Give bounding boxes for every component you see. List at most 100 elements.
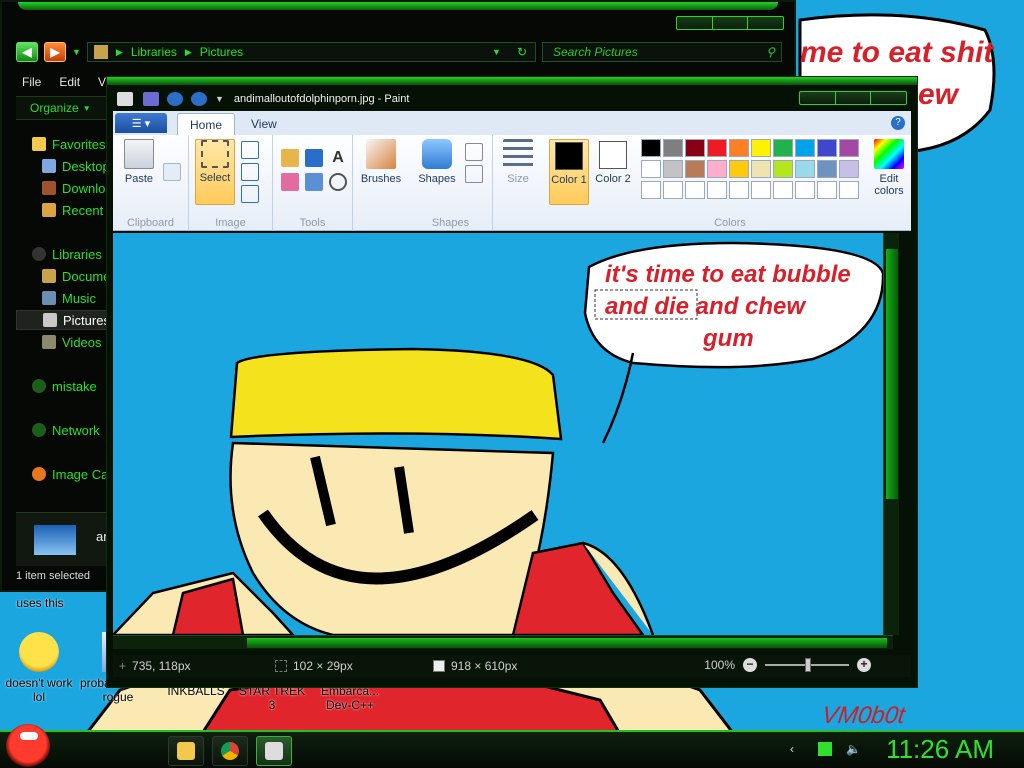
palette-swatch[interactable] [685,139,705,157]
palette-swatch[interactable] [663,139,683,157]
palette-swatch[interactable] [839,181,859,199]
desktop-icon-uses-this[interactable]: uses this [0,596,80,610]
breadcrumb-libraries[interactable]: Libraries [131,45,177,59]
palette-swatch[interactable] [641,181,661,199]
nav-desktop[interactable]: Desktop [16,156,108,176]
tab-home[interactable]: Home [177,113,236,135]
close-button[interactable] [871,92,906,104]
nav-mistake[interactable]: mistake [16,376,108,396]
drawing-canvas[interactable]: it's time to eat bubble and die and chew… [113,233,893,635]
breadcrumb-pictures[interactable]: Pictures [200,45,243,59]
nav-network[interactable]: Network [16,420,108,440]
nav-image-capture[interactable]: Image Ca [16,464,108,484]
crop-icon[interactable] [241,141,259,159]
horizontal-scrollbar[interactable] [113,635,893,649]
edit-colors-button[interactable]: Edit colors [867,139,911,197]
select-button[interactable]: Select [195,139,235,205]
minimize-button[interactable] [677,17,713,29]
palette-swatch[interactable] [751,139,771,157]
palette-swatch[interactable] [663,160,683,178]
address-bar[interactable]: ▶ Libraries ▶ Pictures ▼ ↻ [86,42,536,62]
paint-menu-button[interactable]: ☰ ▾ [115,113,167,133]
maximize-button[interactable] [836,92,872,104]
desktop-icon-startrek[interactable]: STAR TREK 3 [236,684,308,712]
palette-swatch[interactable] [729,160,749,178]
palette-swatch[interactable] [663,181,683,199]
palette-swatch[interactable] [817,160,837,178]
undo-icon[interactable] [167,92,183,106]
save-icon[interactable] [143,92,159,106]
palette-swatch[interactable] [795,181,815,199]
address-dropdown-icon[interactable]: ▼ [492,47,501,57]
palette-swatch[interactable] [795,160,815,178]
palette-swatch[interactable] [707,139,727,157]
palette-swatch[interactable] [817,139,837,157]
search-input[interactable]: Search Pictures ⚲ [542,42,782,62]
horizontal-scroll-thumb[interactable] [247,638,887,648]
palette-swatch[interactable] [729,181,749,199]
palette-swatch[interactable] [685,160,705,178]
close-button[interactable] [748,17,783,29]
menu-edit[interactable]: Edit [59,75,80,89]
eraser-icon[interactable] [281,173,299,191]
palette-swatch[interactable] [839,139,859,157]
desktop-icon-devcpp[interactable]: Embarca... Dev-C++ [312,684,388,712]
pencil-icon[interactable] [281,149,299,167]
explorer-titlebar[interactable] [18,2,778,10]
cut-icon[interactable] [163,141,181,159]
magnifier-icon[interactable] [329,173,347,191]
palette-swatch[interactable] [641,160,661,178]
palette-swatch[interactable] [707,160,727,178]
nav-pictures[interactable]: Pictures [16,310,108,330]
fill-icon[interactable] [305,149,323,167]
taskbar-explorer[interactable] [168,736,204,766]
brushes-button[interactable]: Brushes [357,139,405,185]
color-picker-icon[interactable] [305,173,323,191]
nav-videos[interactable]: Videos [16,332,108,352]
palette-swatch[interactable] [773,139,793,157]
palette-swatch[interactable] [729,139,749,157]
volume-icon[interactable]: 🔈 [846,742,861,756]
taskbar-chrome[interactable] [212,736,248,766]
customize-toolbar-icon[interactable]: ▼ [215,94,224,104]
nav-downloads[interactable]: Downloads [16,178,108,198]
nav-music[interactable]: Music [16,288,108,308]
back-button[interactable]: ◀ [16,42,38,62]
refresh-icon[interactable]: ↻ [509,45,535,59]
start-button[interactable] [6,724,50,768]
menu-file[interactable]: File [22,75,41,89]
outline-icon[interactable] [465,143,483,161]
shapes-button[interactable]: Shapes [415,139,459,185]
vertical-scrollbar[interactable] [883,233,899,635]
shape-fill-icon[interactable] [465,165,483,183]
show-hidden-icons-icon[interactable]: ‹ [790,742,804,756]
vertical-scroll-thumb[interactable] [886,249,898,499]
action-center-icon[interactable] [818,742,832,756]
paint-app-icon[interactable] [117,92,133,106]
organize-button[interactable]: Organize [30,101,79,115]
rotate-icon[interactable] [241,185,259,203]
copy-icon[interactable] [163,163,181,181]
color1-button[interactable]: Color 1 [549,139,589,205]
history-dropdown-icon[interactable]: ▼ [72,47,81,57]
forward-button[interactable]: ▶ [44,42,66,62]
text-icon[interactable]: A [329,149,347,167]
nav-recent-places[interactable]: Recent Places [16,200,108,220]
maximize-button[interactable] [713,17,749,29]
palette-swatch[interactable] [685,181,705,199]
palette-swatch[interactable] [817,181,837,199]
size-button[interactable]: Size [498,139,538,185]
zoom-slider[interactable] [765,658,849,672]
palette-swatch[interactable] [773,160,793,178]
redo-icon[interactable] [191,92,207,106]
minimize-button[interactable] [800,92,836,104]
palette-swatch[interactable] [839,160,859,178]
palette-swatch[interactable] [751,181,771,199]
color2-button[interactable]: Color 2 [593,139,633,185]
resize-icon[interactable] [241,163,259,181]
nav-documents[interactable]: Documents [16,266,108,286]
help-icon[interactable]: ? [891,116,905,130]
zoom-slider-thumb[interactable] [805,658,811,672]
nav-libraries[interactable]: Libraries [16,244,108,264]
desktop-icon-yahoo[interactable]: doesn't work lol [0,632,78,704]
